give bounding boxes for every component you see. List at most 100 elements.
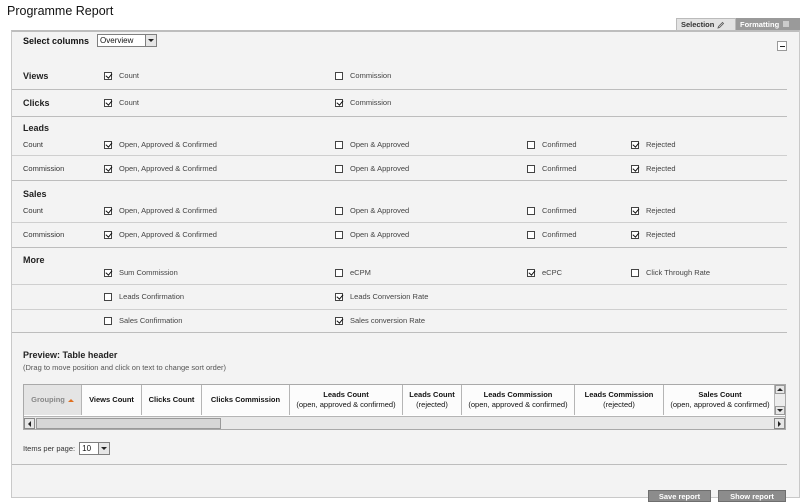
column-header-clicks-commission[interactable]: Clicks Commission xyxy=(202,385,290,415)
vertical-scrollbar[interactable] xyxy=(774,385,785,415)
ecpc-checkbox[interactable]: eCPC xyxy=(527,268,562,277)
checkbox-box[interactable] xyxy=(104,98,112,107)
sales-commission-open-approved-confirmed-checkbox[interactable]: Open, Approved & Confirmed xyxy=(104,230,217,239)
sum-commission-checkbox[interactable]: Sum Commission xyxy=(104,268,178,277)
leads-count-rejected-checkbox[interactable]: Rejected xyxy=(631,140,676,149)
ecpm-checkbox[interactable]: eCPM xyxy=(335,268,371,277)
sales-count-open-approved-checkbox[interactable]: Open & Approved xyxy=(335,206,409,215)
checkbox-label: Rejected xyxy=(646,140,676,149)
click-through-rate-checkbox[interactable]: Click Through Rate xyxy=(631,268,710,277)
sales-commission-open-approved-checkbox[interactable]: Open & Approved xyxy=(335,230,409,239)
sales-commission-rejected-checkbox[interactable]: Rejected xyxy=(631,230,676,239)
leads-commission-confirmed-checkbox[interactable]: Confirmed xyxy=(527,164,577,173)
leads-commission-open-approved-checkbox[interactable]: Open & Approved xyxy=(335,164,409,173)
tab-selection-label: Selection xyxy=(681,20,715,29)
views-commission-checkbox[interactable]: Commission xyxy=(335,71,391,80)
checkbox-label: Confirmed xyxy=(542,230,577,239)
sales-count-confirmed-checkbox[interactable]: Confirmed xyxy=(527,206,577,215)
checkbox-box[interactable] xyxy=(335,164,343,173)
scroll-up-button[interactable] xyxy=(775,385,785,394)
leads-confirmation-checkbox[interactable]: Leads Confirmation xyxy=(104,292,184,301)
save-report-button[interactable]: Save report xyxy=(648,490,711,502)
checkbox-box[interactable] xyxy=(335,268,343,277)
checkbox-label: Confirmed xyxy=(542,140,577,149)
leads-conversion-rate-checkbox[interactable]: Leads Conversion Rate xyxy=(335,292,428,301)
select-columns-value: Overview xyxy=(100,36,134,45)
checkbox-box[interactable] xyxy=(335,292,343,301)
checkbox-label: eCPC xyxy=(542,268,563,277)
column-header-sales-count-confirmed[interactable]: Sales Count (open, approved & confirmed) xyxy=(664,385,777,415)
column-header-title: Views Count xyxy=(89,395,134,404)
column-header-title: Grouping xyxy=(31,395,65,404)
chevron-down-icon[interactable] xyxy=(145,35,157,46)
sales-count-label: Count xyxy=(23,206,44,215)
divider xyxy=(12,247,787,248)
sort-ascending-icon xyxy=(67,398,74,402)
sales-count-open-approved-confirmed-checkbox[interactable]: Open, Approved & Confirmed xyxy=(104,206,217,215)
chevron-down-icon[interactable] xyxy=(98,443,110,454)
column-header-title: Leads Commission xyxy=(483,390,553,399)
column-header-grouping[interactable]: Grouping xyxy=(24,385,82,415)
checkbox-box[interactable] xyxy=(335,230,343,239)
checkbox-box[interactable] xyxy=(335,140,343,149)
checkbox-box[interactable] xyxy=(631,230,639,239)
checkbox-box[interactable] xyxy=(527,164,535,173)
leads-count-confirmed-checkbox[interactable]: Confirmed xyxy=(527,140,577,149)
scroll-right-button[interactable] xyxy=(774,418,785,429)
checkbox-box[interactable] xyxy=(104,164,112,173)
tab-bar: Selection Formatting xyxy=(676,18,800,30)
horizontal-scrollbar[interactable] xyxy=(24,416,785,429)
divider xyxy=(12,155,787,156)
show-report-button[interactable]: Show report xyxy=(718,490,786,502)
leads-commission-rejected-checkbox[interactable]: Rejected xyxy=(631,164,676,173)
scrollbar-thumb[interactable] xyxy=(36,418,221,429)
page-title: Programme Report xyxy=(7,4,114,18)
checkbox-label: Rejected xyxy=(646,206,676,215)
column-header-views-count[interactable]: Views Count xyxy=(82,385,142,415)
sales-confirmation-checkbox[interactable]: Sales Confirmation xyxy=(104,316,182,325)
checkbox-box[interactable] xyxy=(104,268,112,277)
checkbox-label: eCPM xyxy=(350,268,371,277)
checkbox-box[interactable] xyxy=(335,98,343,107)
checkbox-box[interactable] xyxy=(335,71,343,80)
checkbox-box[interactable] xyxy=(335,316,343,325)
column-header-leads-commission-rejected[interactable]: Leads Commission (rejected) xyxy=(575,385,664,415)
checkbox-box[interactable] xyxy=(631,268,639,277)
checkbox-box[interactable] xyxy=(104,316,112,325)
column-header-leads-count-rejected[interactable]: Leads Count (rejected) xyxy=(403,385,462,415)
checkbox-box[interactable] xyxy=(527,268,535,277)
checkbox-box[interactable] xyxy=(631,140,639,149)
clicks-commission-checkbox[interactable]: Commission xyxy=(335,98,391,107)
sales-conversion-rate-checkbox[interactable]: Sales conversion Rate xyxy=(335,316,425,325)
leads-count-open-approved-confirmed-checkbox[interactable]: Open, Approved & Confirmed xyxy=(104,140,217,149)
scroll-left-button[interactable] xyxy=(24,418,35,429)
checkbox-box[interactable] xyxy=(104,206,112,215)
tab-formatting[interactable]: Formatting xyxy=(736,18,800,30)
checkbox-box[interactable] xyxy=(104,71,112,80)
column-header-clicks-count[interactable]: Clicks Count xyxy=(142,385,202,415)
tab-selection[interactable]: Selection xyxy=(676,18,736,30)
column-header-leads-commission-confirmed[interactable]: Leads Commission (open, approved & confi… xyxy=(462,385,575,415)
views-count-checkbox[interactable]: Count xyxy=(104,71,139,80)
select-columns-dropdown[interactable]: Overview xyxy=(97,34,158,47)
sales-count-rejected-checkbox[interactable]: Rejected xyxy=(631,206,676,215)
leads-commission-open-approved-confirmed-checkbox[interactable]: Open, Approved & Confirmed xyxy=(104,164,217,173)
checkbox-box[interactable] xyxy=(335,206,343,215)
arrow-right-icon xyxy=(778,420,781,427)
checkbox-box[interactable] xyxy=(631,164,639,173)
select-columns-row: Select columns Overview xyxy=(23,34,158,47)
scroll-down-button[interactable] xyxy=(775,406,785,415)
column-header-leads-count-confirmed[interactable]: Leads Count (open, approved & confirmed) xyxy=(290,385,403,415)
clicks-count-checkbox[interactable]: Count xyxy=(104,98,139,107)
checkbox-box[interactable] xyxy=(631,206,639,215)
checkbox-box[interactable] xyxy=(527,206,535,215)
checkbox-box[interactable] xyxy=(527,140,535,149)
checkbox-box[interactable] xyxy=(104,140,112,149)
checkbox-box[interactable] xyxy=(104,292,112,301)
leads-count-open-approved-checkbox[interactable]: Open & Approved xyxy=(335,140,409,149)
items-per-page-dropdown[interactable]: 10 xyxy=(79,442,111,455)
collapse-button[interactable] xyxy=(777,41,787,51)
checkbox-box[interactable] xyxy=(104,230,112,239)
sales-commission-confirmed-checkbox[interactable]: Confirmed xyxy=(527,230,577,239)
checkbox-box[interactable] xyxy=(527,230,535,239)
